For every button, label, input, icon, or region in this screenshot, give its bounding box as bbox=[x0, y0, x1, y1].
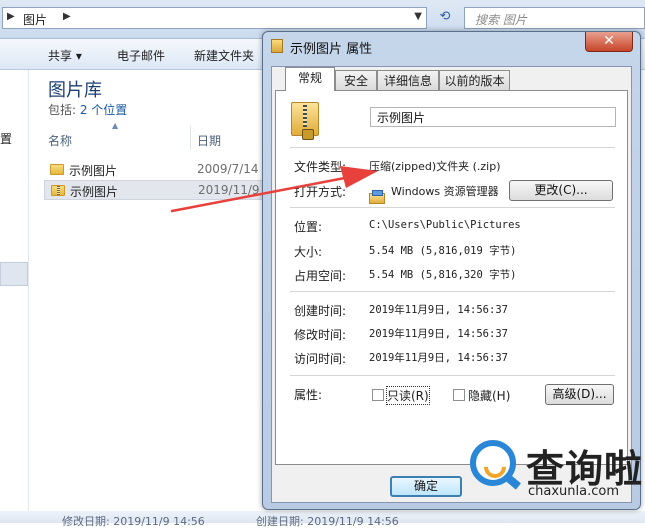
hidden-checkbox[interactable] bbox=[453, 389, 465, 401]
column-separator[interactable] bbox=[190, 126, 191, 150]
location-value: C:\Users\Public\Pictures bbox=[369, 219, 521, 231]
disk-size-label: 占用空间: bbox=[294, 269, 347, 283]
dialog-title: 示例图片 属性 bbox=[290, 42, 373, 57]
attributes-label: 属性: bbox=[294, 388, 323, 402]
file-row[interactable]: 示例图片 2009/7/14 bbox=[44, 160, 264, 180]
status-modified: 修改日期: 2019/11/9 14:56 bbox=[62, 515, 205, 528]
divider bbox=[290, 291, 615, 292]
accessed-label: 访问时间: bbox=[294, 352, 347, 366]
nav-item-selected[interactable] bbox=[0, 262, 28, 286]
details-pane: 修改日期: 2019/11/9 14:56 创建日期: 2019/11/9 14… bbox=[0, 511, 645, 528]
breadcrumb-arrow-icon[interactable]: ▶ bbox=[7, 11, 15, 22]
location-label: 位置: bbox=[294, 220, 323, 234]
file-date: 2009/7/14 bbox=[197, 162, 259, 176]
file-name: 示例图片 bbox=[69, 164, 118, 178]
address-box[interactable]: ▶ 图片 ▶ ▼ bbox=[2, 7, 427, 29]
divider bbox=[290, 147, 615, 148]
file-name-field[interactable] bbox=[370, 107, 616, 127]
size-value: 5.54 MB (5,816,019 字节) bbox=[369, 245, 517, 257]
status-created: 创建日期: 2019/11/9 14:56 bbox=[256, 515, 399, 528]
file-date: 2019/11/9 bbox=[198, 183, 260, 197]
tab-general[interactable]: 常规 bbox=[285, 67, 335, 91]
share-button[interactable]: 共享 ▾ bbox=[48, 47, 82, 64]
created-label: 创建时间: bbox=[294, 304, 347, 318]
nav-item-label[interactable]: 置 bbox=[0, 130, 12, 147]
search-placeholder: 搜索 图片 bbox=[475, 13, 527, 27]
column-header-date[interactable]: 日期 bbox=[197, 132, 221, 149]
close-button[interactable]: ✕ bbox=[585, 32, 633, 52]
refresh-button[interactable]: ⟲ bbox=[434, 9, 456, 29]
advanced-button[interactable]: 高级(D)... bbox=[545, 384, 614, 405]
disk-size-value: 5.54 MB (5,816,320 字节) bbox=[369, 269, 517, 281]
ok-button[interactable]: 确定 bbox=[390, 476, 462, 497]
sort-arrow-icon: ▲ bbox=[112, 121, 119, 130]
new-folder-button[interactable]: 新建文件夹 bbox=[194, 47, 254, 64]
watermark-url: chaxunla.com bbox=[528, 484, 619, 499]
navigation-pane: 置 bbox=[0, 70, 29, 523]
watermark: 查询啦 chaxunla.com bbox=[462, 434, 645, 510]
file-name: 示例图片 bbox=[70, 185, 119, 199]
search-logo-handle bbox=[505, 474, 521, 490]
breadcrumb-pictures[interactable]: 图片 bbox=[23, 11, 47, 28]
includes-prefix: 包括: bbox=[48, 103, 80, 117]
change-button[interactable]: 更改(C)... bbox=[509, 180, 613, 201]
open-with-value: Windows 资源管理器 bbox=[391, 185, 499, 198]
tab-previous-versions[interactable]: 以前的版本 bbox=[439, 70, 510, 90]
lock-icon bbox=[302, 129, 314, 140]
general-panel: 文件类型: 压缩(zipped)文件夹 (.zip) 打开方式: Windows… bbox=[275, 90, 628, 465]
folder-icon bbox=[50, 164, 64, 175]
file-type-value: 压缩(zipped)文件夹 (.zip) bbox=[369, 160, 501, 173]
hidden-label[interactable]: 隐藏(H) bbox=[468, 387, 510, 404]
email-button[interactable]: 电子邮件 bbox=[117, 47, 165, 64]
created-value: 2019年11月9日, 14:56:37 bbox=[369, 304, 508, 316]
tab-details[interactable]: 详细信息 bbox=[377, 70, 439, 90]
file-row-selected[interactable]: 示例图片 2019/11/9 bbox=[44, 180, 264, 200]
breadcrumb-arrow-icon[interactable]: ▶ bbox=[63, 11, 71, 22]
divider bbox=[290, 375, 615, 376]
column-header-name[interactable]: 名称 bbox=[48, 132, 72, 149]
size-label: 大小: bbox=[294, 245, 323, 259]
accessed-value: 2019年11月9日, 14:56:37 bbox=[369, 352, 508, 364]
modified-value: 2019年11月9日, 14:56:37 bbox=[369, 328, 508, 340]
explorer-app-icon bbox=[369, 190, 385, 204]
readonly-label[interactable]: 只读(R) bbox=[386, 386, 430, 405]
tab-security[interactable]: 安全 bbox=[335, 70, 377, 90]
file-type-label: 文件类型: bbox=[294, 160, 347, 174]
zip-folder-icon bbox=[271, 39, 283, 53]
library-includes: 包括: 2 个位置 bbox=[48, 101, 127, 118]
divider bbox=[290, 207, 615, 208]
search-input[interactable]: 搜索 图片 bbox=[464, 7, 645, 29]
locations-link[interactable]: 2 个位置 bbox=[80, 103, 127, 117]
address-dropdown-icon[interactable]: ▼ bbox=[414, 11, 422, 22]
zip-folder-icon bbox=[291, 102, 319, 140]
readonly-checkbox[interactable] bbox=[372, 389, 384, 401]
modified-label: 修改时间: bbox=[294, 328, 347, 342]
library-title: 图片库 bbox=[48, 80, 102, 101]
zip-folder-icon bbox=[51, 185, 65, 196]
open-with-label: 打开方式: bbox=[294, 185, 347, 199]
